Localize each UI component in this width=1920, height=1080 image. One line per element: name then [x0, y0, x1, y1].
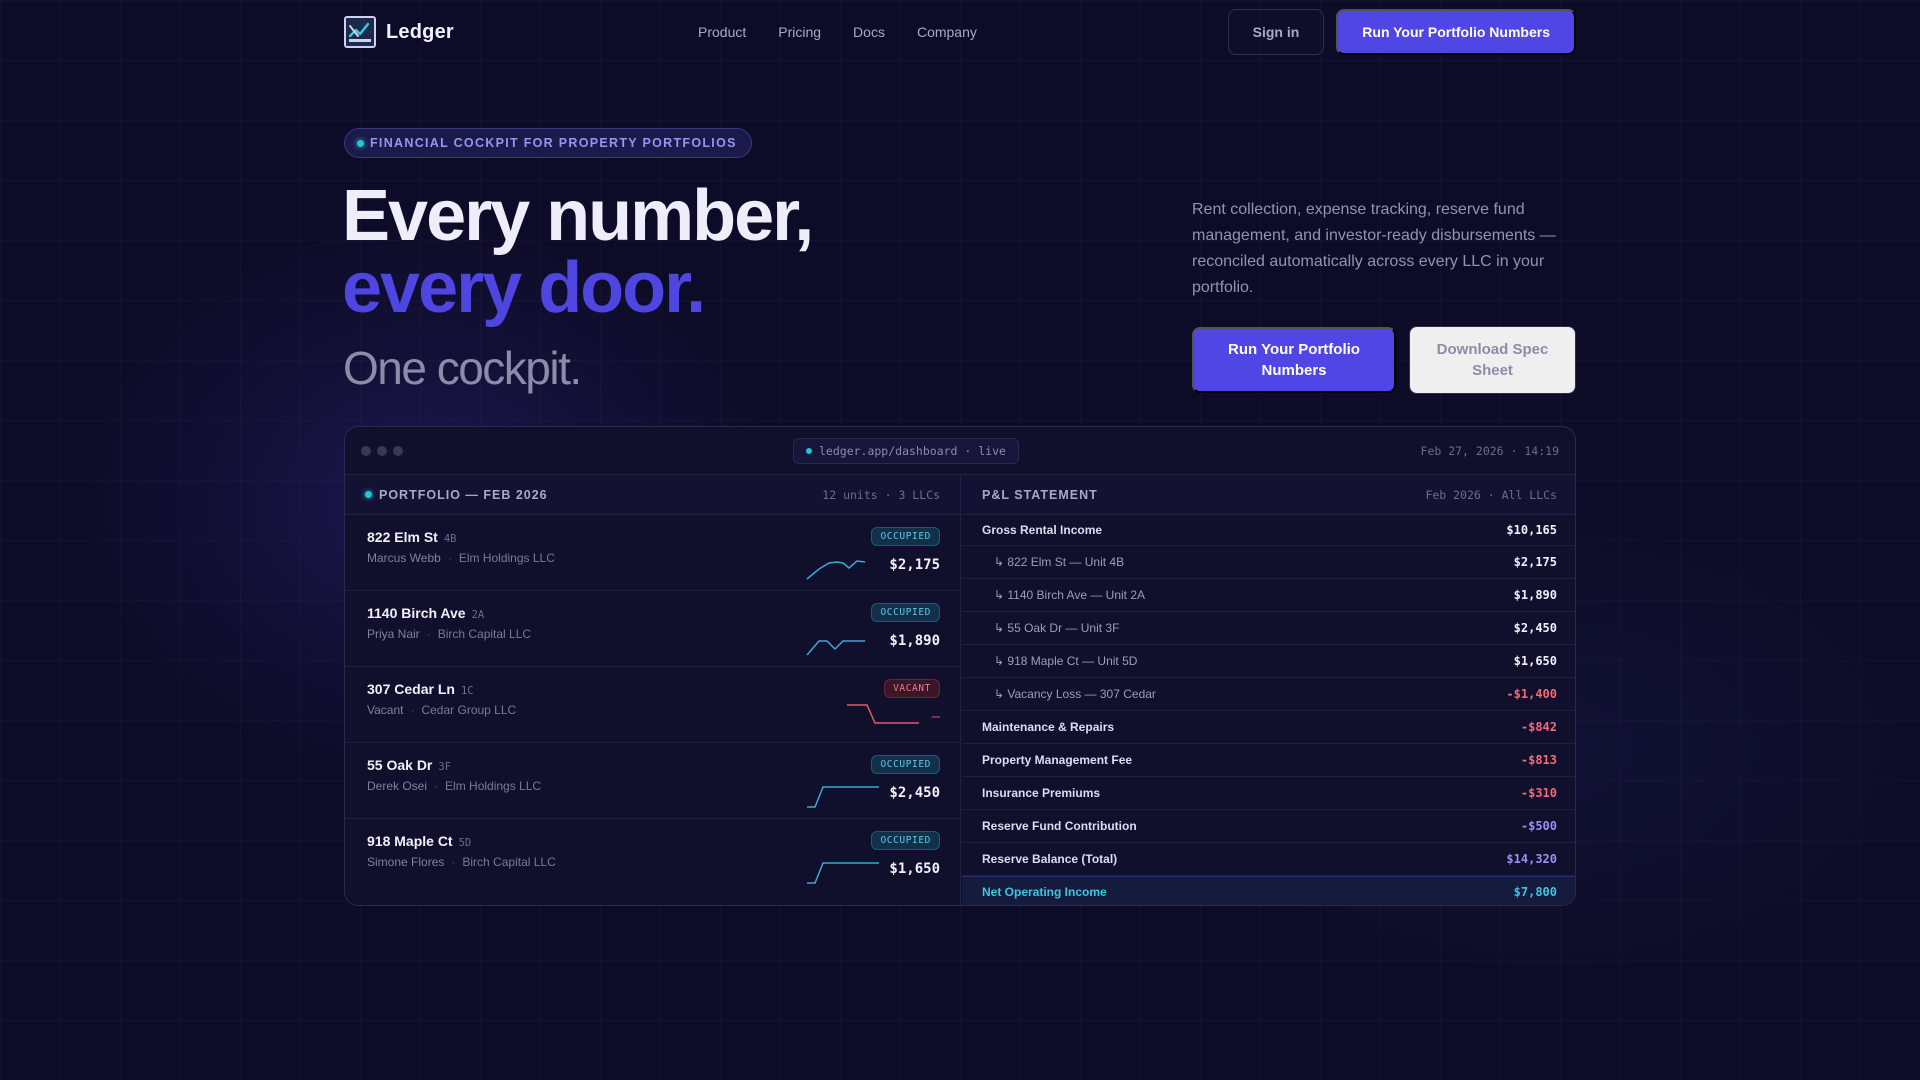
- pl-statement-panel: P&L STATEMENT Feb 2026 · All LLCs Gross …: [962, 475, 1575, 905]
- nav-links: Product Pricing Docs Company: [698, 24, 977, 40]
- llc-name: Cedar Group LLC: [421, 703, 517, 717]
- eyebrow-text: FINANCIAL COCKPIT FOR PROPERTY PORTFOLIO…: [370, 136, 737, 150]
- live-status-icon: [806, 448, 812, 454]
- tenant-name: Derek Osei: [367, 779, 428, 793]
- property-unit: 5D: [458, 837, 472, 849]
- nav-link-company[interactable]: Company: [917, 24, 977, 40]
- url-text: ledger.app/dashboard · live: [819, 444, 1006, 458]
- portfolio-meta: 12 units · 3 LLCs: [822, 487, 940, 502]
- property-row[interactable]: 55 Oak Dr 3F Derek Osei · Elm Holdings LLC …: [345, 743, 960, 819]
- vacancy-sparkline: [847, 704, 919, 724]
- portfolio-title: PORTFOLIO — FEB 2026: [379, 487, 548, 502]
- subheadline: One cockpit.: [343, 342, 582, 394]
- property-address: 307 Cedar Ln: [367, 681, 455, 697]
- brand-name: Ledger: [386, 20, 454, 43]
- tenant-name: Priya Nair: [367, 627, 420, 641]
- download-spec-sheet-button[interactable]: Download Spec Sheet: [1409, 326, 1576, 394]
- rent-sparkline: [807, 786, 879, 808]
- rent-amount: $2,450: [889, 785, 940, 801]
- pl-row-net-operating-income: Net Operating Income $7,800: [962, 876, 1575, 905]
- hero-primary-cta-button[interactable]: Run Your Portfolio Numbers: [1192, 327, 1396, 393]
- property-address: 822 Elm St: [367, 529, 438, 545]
- llc-name: Birch Capital LLC: [437, 627, 532, 641]
- sign-in-button[interactable]: Sign in: [1227, 9, 1325, 55]
- pl-row-reserve-balance: Reserve Balance (Total) $14,320: [962, 843, 1575, 876]
- pl-row-gross-income: Gross Rental Income $10,165: [962, 515, 1575, 546]
- pl-row-line-item: ↳ 918 Maple Ct — Unit 5D $1,650: [962, 645, 1575, 678]
- rent-amount: $2,175: [889, 557, 940, 573]
- property-row[interactable]: 307 Cedar Ln 1C Vacant · Cedar Group LLC VA…: [345, 667, 960, 743]
- rent-sparkline: [807, 862, 879, 884]
- property-row[interactable]: 918 Maple Ct 5D Simone Flores · Birch Capit…: [345, 819, 960, 895]
- pl-row-maintenance: Maintenance & Repairs -$842: [962, 711, 1575, 744]
- pl-row-insurance: Insurance Premiums -$310: [962, 777, 1575, 810]
- llc-name: Elm Holdings LLC: [445, 779, 542, 793]
- rent-amount: —: [931, 709, 940, 725]
- pl-meta: Feb 2026 · All LLCs: [1425, 487, 1557, 502]
- property-unit: 3F: [438, 761, 452, 773]
- llc-name: Elm Holdings LLC: [458, 551, 555, 565]
- ledger-logo-icon: [344, 16, 376, 48]
- headline-line-1: Every number,: [342, 176, 814, 256]
- hero-description: Rent collection, expense tracking, reser…: [1192, 201, 1556, 296]
- status-badge: VACANT: [884, 679, 940, 698]
- nav-link-docs[interactable]: Docs: [853, 24, 885, 40]
- dashboard-timestamp: Feb 27, 2026 · 14:19: [1420, 443, 1559, 458]
- property-unit: 1C: [460, 685, 474, 697]
- portfolio-dot-icon: [365, 491, 372, 498]
- pl-title: P&L STATEMENT: [982, 487, 1098, 502]
- property-address: 55 Oak Dr: [367, 757, 433, 773]
- pl-row-management-fee: Property Management Fee -$813: [962, 744, 1575, 777]
- pl-row-line-item: ↳ 55 Oak Dr — Unit 3F $2,450: [962, 612, 1575, 645]
- property-row[interactable]: 1140 Birch Ave 2A Priya Nair · Birch Capita…: [345, 591, 960, 667]
- property-address: 1140 Birch Ave: [367, 605, 466, 621]
- portfolio-panel: PORTFOLIO — FEB 2026 12 units · 3 LLCs 8…: [345, 475, 961, 905]
- status-badge: OCCUPIED: [871, 755, 940, 774]
- brand[interactable]: Ledger: [344, 16, 454, 48]
- window-dots: [361, 445, 403, 456]
- nav-link-pricing[interactable]: Pricing: [778, 24, 821, 40]
- nav-cta-button[interactable]: Run Your Portfolio Numbers: [1336, 9, 1576, 55]
- tenant-name: Simone Flores: [367, 855, 445, 869]
- rent-amount: $1,650: [889, 861, 940, 877]
- property-unit: 4B: [443, 533, 457, 545]
- pl-row-vacancy-loss: ↳ Vacancy Loss — 307 Cedar -$1,400: [962, 678, 1575, 711]
- eyebrow-pill: FINANCIAL COCKPIT FOR PROPERTY PORTFOLIO…: [344, 128, 752, 158]
- url-bar: ledger.app/dashboard · live: [793, 438, 1019, 464]
- property-address: 918 Maple Ct: [367, 833, 453, 849]
- rent-sparkline: [806, 640, 865, 656]
- status-badge: OCCUPIED: [871, 831, 940, 850]
- browser-bar: ledger.app/dashboard · live Feb 27, 2026…: [345, 427, 1575, 475]
- pl-row-line-item: ↳ 822 Elm St — Unit 4B $2,175: [962, 546, 1575, 579]
- property-row[interactable]: 822 Elm St 4B Marcus Webb · Elm Holdings LL…: [345, 515, 960, 591]
- rent-amount: $1,890: [889, 633, 940, 649]
- tenant-name: Marcus Webb: [367, 551, 441, 565]
- nav-link-product[interactable]: Product: [698, 24, 746, 40]
- property-unit: 2A: [471, 609, 485, 621]
- dashboard-preview: ledger.app/dashboard · live Feb 27, 2026…: [344, 426, 1576, 906]
- nav-actions: Sign in Run Your Portfolio Numbers: [1227, 9, 1576, 55]
- status-badge: OCCUPIED: [871, 603, 940, 622]
- headline-line-2: every door.: [342, 248, 706, 328]
- top-nav: Ledger Product Pricing Docs Company Sign…: [344, 0, 1576, 64]
- rent-sparkline: [806, 560, 866, 580]
- pl-row-reserve-contribution: Reserve Fund Contribution -$500: [962, 810, 1575, 843]
- llc-name: Birch Capital LLC: [462, 855, 556, 869]
- pl-row-line-item: ↳ 1140 Birch Ave — Unit 2A $1,890: [962, 579, 1575, 612]
- portfolio-header: PORTFOLIO — FEB 2026 12 units · 3 LLCs: [345, 475, 960, 515]
- tenant-name: Vacant: [367, 703, 404, 717]
- status-badge: OCCUPIED: [871, 527, 940, 546]
- pl-header: P&L STATEMENT Feb 2026 · All LLCs: [962, 475, 1575, 515]
- live-dot-icon: [357, 139, 364, 147]
